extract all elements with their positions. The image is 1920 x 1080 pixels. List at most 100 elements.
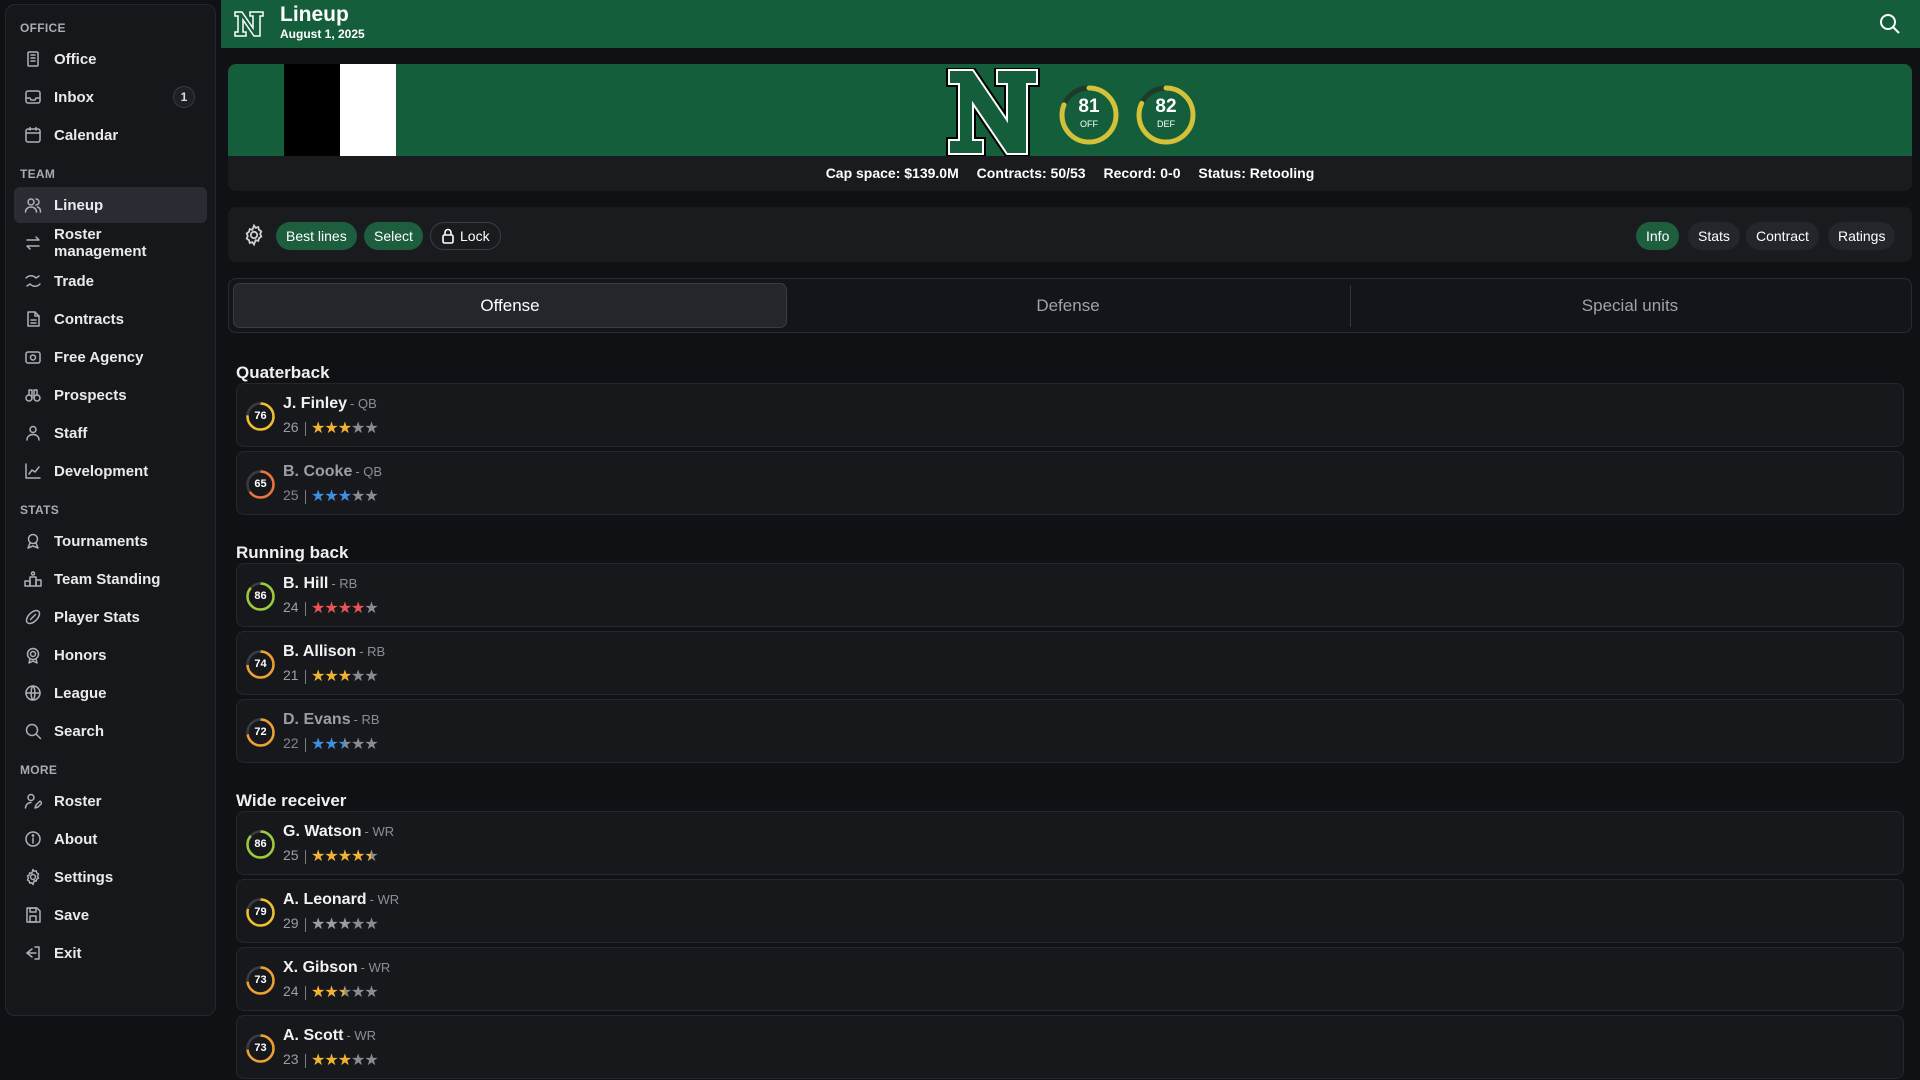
sidebar-item-label: Honors (54, 646, 107, 664)
player-row[interactable]: 73 A. Scott - WR 23 ★★★★★ (236, 1015, 1904, 1079)
player-row[interactable]: 86 B. Hill - RB 24 ★★★★★ (236, 563, 1904, 627)
ratings-button[interactable]: Ratings (1828, 222, 1896, 250)
potential-stars: ★★★★★ (311, 598, 379, 617)
divider (305, 490, 306, 504)
sidebar-item-contracts[interactable]: Contracts (14, 301, 207, 337)
star-empty-icon: ★ (351, 914, 365, 933)
tab-defense[interactable]: Defense (789, 283, 1347, 328)
football-icon (24, 608, 42, 626)
sidebar-item-free-agency[interactable]: Free Agency (14, 339, 207, 375)
sidebar-item-label: Development (54, 462, 149, 480)
sidebar-item-label: Contracts (54, 310, 125, 328)
sidebar-item-lineup[interactable]: Lineup (14, 187, 207, 223)
star-full-icon: ★ (351, 846, 365, 865)
sidebar-item-league[interactable]: League (14, 675, 207, 711)
sidebar-item-development[interactable]: Development (14, 453, 207, 489)
star-empty-icon: ★ (351, 666, 365, 685)
player-position: - RB (359, 644, 386, 659)
player-name[interactable]: J. Finley (283, 395, 347, 412)
player-name[interactable]: A. Scott (283, 1027, 343, 1044)
player-age: 26 (283, 419, 299, 435)
star-full-icon: ★ (337, 846, 352, 865)
player-name-line: A. Scott - WR (283, 1027, 376, 1045)
sidebar-item-calendar[interactable]: Calendar (14, 117, 207, 153)
sidebar-item-roster-management[interactable]: Roster management (14, 225, 207, 261)
tab-offense[interactable]: Offense (233, 283, 787, 328)
player-row[interactable]: 79 A. Leonard - WR 29 ★★★★★ (236, 879, 1904, 943)
star-empty-icon: ★ (351, 486, 365, 505)
page-title: Lineup (280, 3, 349, 26)
building-icon (24, 50, 42, 68)
overall-rating-badge: 86 (245, 581, 276, 612)
sidebar-item-tournaments[interactable]: Tournaments (14, 523, 207, 559)
sidebar-item-player-stats[interactable]: Player Stats (14, 599, 207, 635)
divider (305, 422, 306, 436)
user-edit-icon (24, 792, 42, 810)
player-name[interactable]: B. Allison (283, 643, 356, 660)
star-full-icon: ★ (337, 418, 352, 437)
player-row[interactable]: 76 J. Finley - QB 26 ★★★★★ (236, 383, 1904, 447)
calendar-icon (24, 126, 42, 144)
overall-rating-badge: 65 (245, 469, 276, 500)
player-row[interactable]: 65 B. Cooke - QB 25 ★★★★★ (236, 451, 1904, 515)
player-row[interactable]: 74 B. Allison - RB 21 ★★★★★ (236, 631, 1904, 695)
overall-rating-badge: 86 (245, 829, 276, 860)
player-name[interactable]: G. Watson (283, 823, 362, 840)
sidebar-item-staff[interactable]: Staff (14, 415, 207, 451)
sidebar-item-trade[interactable]: Trade (14, 263, 207, 299)
sidebar-item-office[interactable]: Office (14, 41, 207, 77)
podium-icon (24, 570, 42, 588)
contract-button[interactable]: Contract (1746, 222, 1819, 250)
star-full-icon: ★ (324, 914, 338, 933)
sidebar-item-search[interactable]: Search (14, 713, 207, 749)
overall-rating-badge: 73 (245, 1033, 276, 1064)
position-group-title: Running back (236, 543, 349, 562)
sidebar-item-honors[interactable]: Honors (14, 637, 207, 673)
sidebar-item-team-standing[interactable]: Team Standing (14, 561, 207, 597)
player-age: 22 (283, 735, 299, 751)
sidebar-item-roster[interactable]: Roster (14, 783, 207, 819)
player-row[interactable]: 72 D. Evans - RB 22 ★★★★★ (236, 699, 1904, 763)
sidebar-item-label: Search (54, 722, 105, 740)
info-button[interactable]: Info (1636, 222, 1680, 250)
defense-rating-ring: 82 DEF (1135, 84, 1197, 146)
search-icon (24, 722, 42, 740)
player-name[interactable]: B. Cooke (283, 463, 352, 480)
potential-stars: ★★★★★ (311, 666, 379, 685)
gear-icon[interactable] (242, 223, 266, 247)
sidebar-item-inbox[interactable]: Inbox 1 (14, 79, 207, 115)
team-banner: 81 OFF 82 DEF Cap space: $139.0M Contrac… (228, 64, 1912, 191)
tab-special-units[interactable]: Special units (1351, 283, 1909, 328)
potential-stars: ★★★★★ (311, 846, 379, 865)
sidebar-item-about[interactable]: About (14, 821, 207, 857)
stats-button[interactable]: Stats (1688, 222, 1740, 250)
player-name[interactable]: B. Hill (283, 575, 328, 592)
globe-icon (24, 684, 42, 702)
sidebar-item-exit[interactable]: Exit (14, 935, 207, 971)
nav-section-header: TEAM (20, 167, 56, 181)
star-empty-icon: ★ (364, 914, 378, 933)
player-position: - RB (331, 576, 358, 591)
star-empty-icon: ★ (351, 982, 365, 1001)
player-name[interactable]: A. Leonard (283, 891, 367, 908)
player-name[interactable]: D. Evans (283, 711, 351, 728)
unread-count-badge: 1 (173, 86, 195, 108)
sidebar-item-prospects[interactable]: Prospects (14, 377, 207, 413)
team-color-stripe-black (284, 64, 340, 156)
sidebar-item-save[interactable]: Save (14, 897, 207, 933)
lock-label: Lock (460, 228, 490, 244)
best-lines-button[interactable]: Best lines (276, 222, 357, 250)
sidebar-item-label: Free Agency (54, 348, 144, 366)
player-position: - QB (350, 396, 377, 411)
player-name[interactable]: X. Gibson (283, 959, 358, 976)
select-button[interactable]: Select (364, 222, 423, 250)
lock-button[interactable]: Lock (430, 222, 501, 250)
player-age: 29 (283, 915, 299, 931)
player-position: - WR (346, 1028, 377, 1043)
offense-rating-ring: 81 OFF (1058, 84, 1120, 146)
player-row[interactable]: 86 G. Watson - WR 25 ★★★★★ (236, 811, 1904, 875)
sidebar-item-settings[interactable]: Settings (14, 859, 207, 895)
player-row[interactable]: 73 X. Gibson - WR 24 ★★★★★ (236, 947, 1904, 1011)
search-icon[interactable] (1878, 12, 1902, 36)
overall-rating-badge: 73 (245, 965, 276, 996)
